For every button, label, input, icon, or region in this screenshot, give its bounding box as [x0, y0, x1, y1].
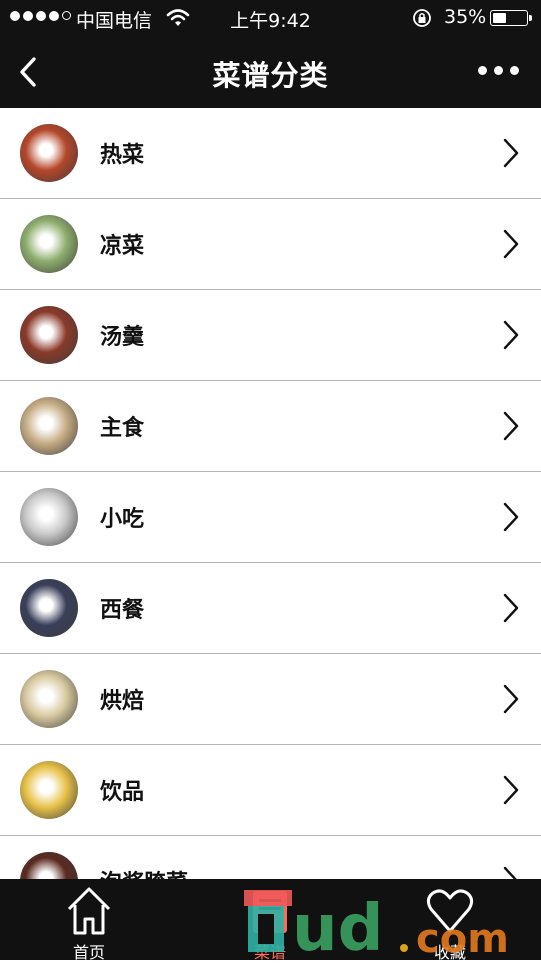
- category-label: 汤羹: [100, 325, 145, 350]
- category-thumbnail: [20, 397, 78, 455]
- nav-bar: 菜谱分类: [0, 36, 541, 108]
- category-label: 西餐: [100, 598, 145, 623]
- tab-home-label: 首页: [72, 943, 105, 962]
- category-thumbnail: [20, 852, 78, 879]
- chevron-right-icon: [503, 138, 519, 168]
- category-item[interactable]: 烘焙: [0, 654, 541, 745]
- category-thumbnail: [20, 306, 78, 364]
- category-item[interactable]: 热菜: [0, 108, 541, 199]
- chevron-right-icon: [503, 866, 517, 879]
- category-item[interactable]: 小吃: [0, 472, 541, 563]
- category-thumbnail: [20, 215, 78, 273]
- chevron-right-icon: [503, 684, 519, 714]
- chevron-right-icon: [503, 229, 519, 259]
- recipe-book-icon: [253, 891, 287, 933]
- chevron-right-icon: [503, 320, 519, 350]
- category-item[interactable]: 主食: [0, 381, 541, 472]
- more-options-button[interactable]: [478, 66, 519, 75]
- category-thumbnail: [20, 670, 78, 728]
- battery-icon: [490, 10, 528, 26]
- category-label: 烘焙: [100, 689, 145, 714]
- dot-icon: [478, 66, 487, 75]
- category-thumbnail: [20, 761, 78, 819]
- chevron-right-icon: [503, 411, 519, 441]
- dot-icon: [494, 66, 503, 75]
- tab-home[interactable]: 首页: [29, 879, 149, 962]
- orientation-lock-icon: [413, 9, 431, 27]
- category-label: 饮品: [100, 780, 145, 805]
- category-item[interactable]: 西餐: [0, 563, 541, 654]
- tab-favorites[interactable]: 收藏: [390, 879, 510, 962]
- status-bar: 中国电信 上午9:42 35%: [0, 0, 541, 36]
- battery-tip: [529, 15, 532, 21]
- heart-icon: [426, 889, 474, 933]
- category-label: 小吃: [100, 507, 145, 532]
- category-item[interactable]: 凉菜: [0, 199, 541, 290]
- chevron-right-icon: [503, 775, 519, 805]
- category-item[interactable]: 汤羹: [0, 290, 541, 381]
- category-label: 泡酱腌菜: [100, 865, 188, 879]
- category-item[interactable]: 泡酱腌菜: [0, 836, 541, 879]
- category-label: 凉菜: [100, 234, 145, 259]
- category-thumbnail: [20, 124, 78, 182]
- tab-bar: 首页 菜谱 收藏: [0, 879, 541, 962]
- tab-favorites-label: 收藏: [433, 943, 466, 962]
- category-label: 主食: [100, 416, 145, 441]
- category-thumbnail: [20, 488, 78, 546]
- chevron-right-icon: [503, 502, 519, 532]
- page-title: 菜谱分类: [212, 59, 329, 92]
- category-list: 热菜凉菜汤羹主食小吃西餐烘焙饮品泡酱腌菜: [0, 108, 541, 879]
- category-label: 热菜: [100, 143, 145, 168]
- battery-percent: 35%: [444, 6, 487, 28]
- tab-recipes-label: 菜谱: [253, 943, 286, 962]
- dot-icon: [510, 66, 519, 75]
- category-thumbnail: [20, 579, 78, 637]
- chevron-right-icon: [503, 593, 519, 623]
- category-item[interactable]: 饮品: [0, 745, 541, 836]
- home-icon: [67, 887, 111, 935]
- tab-recipes[interactable]: 菜谱: [210, 879, 330, 962]
